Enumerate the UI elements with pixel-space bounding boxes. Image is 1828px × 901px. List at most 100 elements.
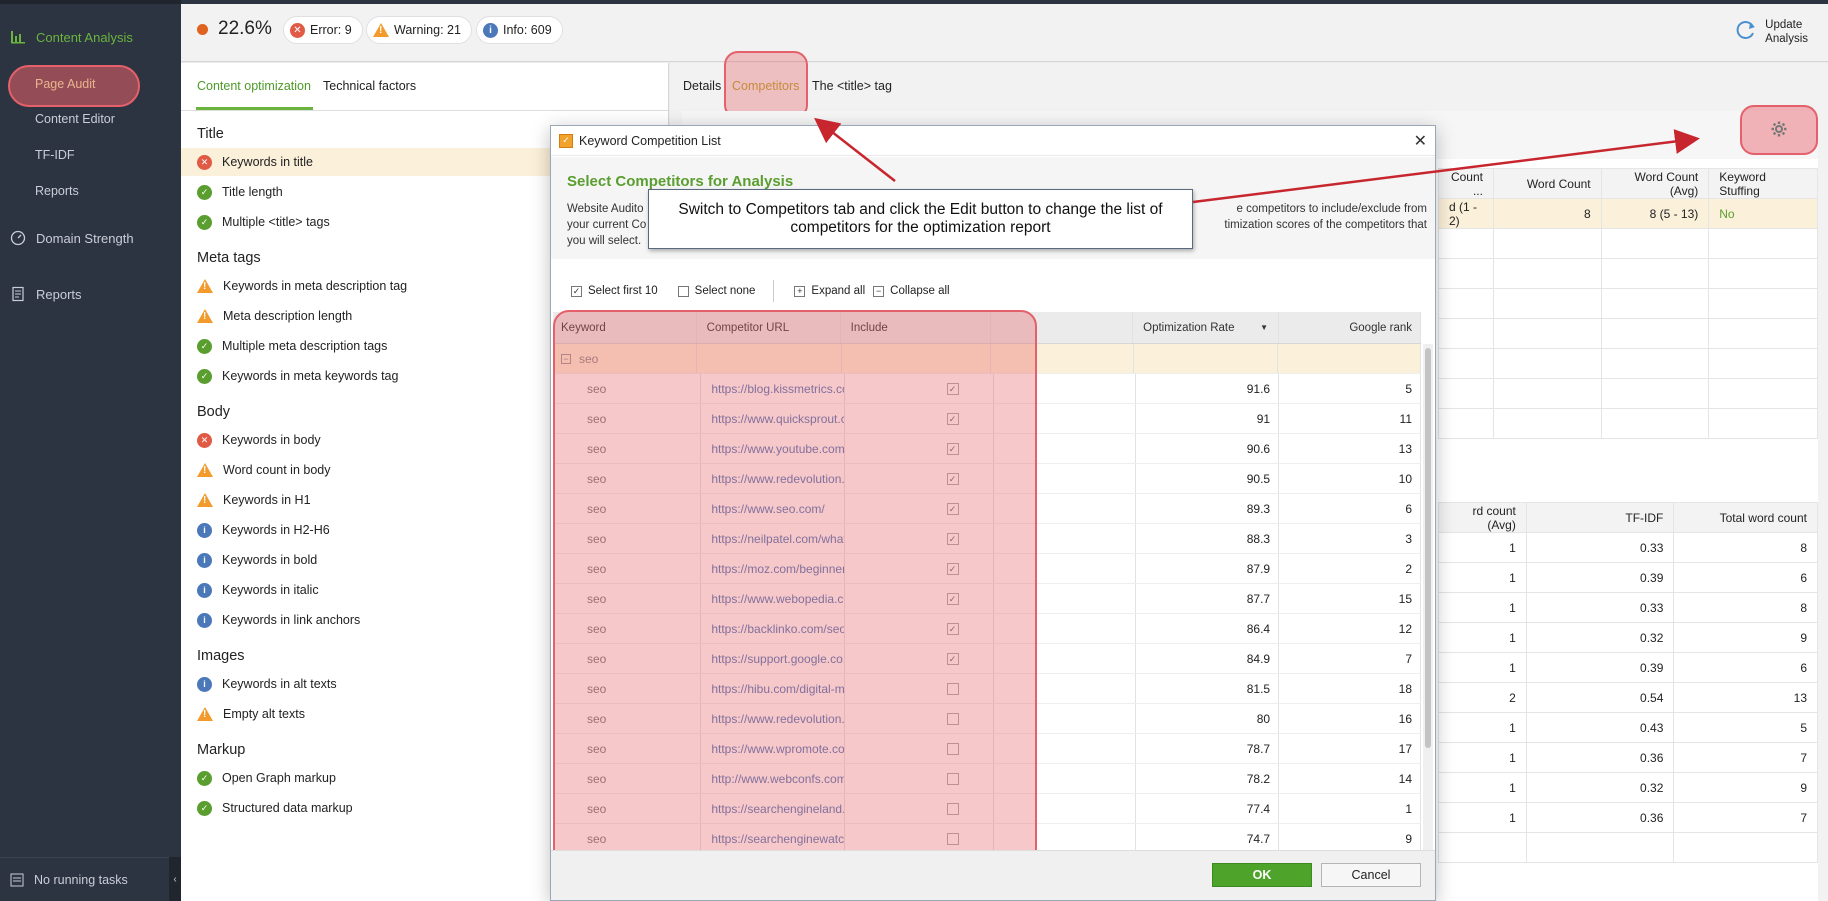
error-count: Error: 9 [310, 23, 352, 37]
tab-competitors[interactable]: Competitors [732, 79, 799, 93]
dialog-toolbar: ✓ Select first 10 Select none + Expand all… [551, 274, 1435, 308]
warning-badge[interactable]: Warning: 21 [366, 16, 472, 44]
table-cell: 8 [1492, 198, 1602, 229]
table-cell: 6 [1673, 562, 1818, 593]
google-rank-cell: 1 [1279, 794, 1421, 823]
refresh-icon [1735, 19, 1757, 45]
cancel-button[interactable]: Cancel [1321, 863, 1421, 887]
select-first-10-button[interactable]: ✓ Select first 10 [571, 285, 658, 297]
task-status[interactable]: No running tasks [0, 857, 181, 901]
dialog-heading: Select Competitors for Analysis [567, 173, 794, 190]
table-row: 1 0.36 7 [1438, 742, 1818, 773]
table-cell: 9 [1673, 622, 1818, 653]
column-header: Total word count [1673, 502, 1818, 533]
collapse-all-label: Collapse all [890, 285, 950, 297]
gear-icon[interactable] [1770, 120, 1788, 141]
sidebar-item-content-editor[interactable]: Content Editor [35, 112, 115, 126]
sidebar-item-content-analysis[interactable]: Content Analysis [0, 22, 181, 52]
table-cell: 7 [1673, 802, 1818, 833]
google-rank-cell: 13 [1279, 434, 1421, 463]
table-cell: d (1 - 2) [1438, 198, 1494, 229]
grid-scrollbar[interactable] [1423, 344, 1433, 854]
google-rank-cell: 10 [1279, 464, 1421, 493]
score-value: 22.6% [218, 18, 272, 39]
toolbar-divider [773, 280, 775, 302]
collapse-all-button[interactable]: − Collapse all [873, 285, 950, 297]
google-rank-cell: 15 [1279, 584, 1421, 613]
app-logo-icon: ✓ [559, 133, 573, 148]
tasks-icon [10, 873, 24, 887]
update-analysis-button[interactable]: Update Analysis [1735, 18, 1808, 46]
sidebar-item-reports-sub[interactable]: Reports [35, 184, 79, 198]
expand-icon: + [794, 285, 806, 297]
column-header-google-rank[interactable]: Google rank [1279, 312, 1421, 343]
table-cell: 7 [1673, 742, 1818, 773]
tf-idf-table: rd count (Avg) TF-IDF Total word count 1… [1438, 502, 1818, 863]
table-row: 1 0.32 9 [1438, 772, 1818, 803]
table-cell: 0.36 [1525, 742, 1675, 773]
warning-icon [373, 22, 389, 38]
info-icon: i [197, 612, 212, 628]
table-cell: 0.39 [1525, 562, 1675, 593]
optimization-rate-cell: 87.9 [1136, 554, 1280, 583]
update-line2: Analysis [1765, 33, 1808, 45]
sidebar: Content Analysis Page Audit Content Edit… [0, 0, 181, 901]
factor-label: Keywords in meta description tag [223, 279, 408, 293]
gauge-icon [10, 230, 26, 246]
expand-all-button[interactable]: + Expand all [794, 285, 865, 297]
warning-icon [197, 462, 213, 478]
edit-button-highlight [1740, 105, 1818, 155]
optimization-rate-cell: 78.2 [1136, 764, 1280, 793]
factor-label: Keywords in alt texts [222, 677, 337, 691]
google-rank-cell: 5 [1279, 374, 1421, 403]
warning-icon [197, 706, 213, 722]
optimization-rate-cell: 86.4 [1136, 614, 1280, 643]
factor-label: Keywords in bold [222, 553, 318, 567]
factor-label: Word count in body [223, 463, 331, 477]
optimization-rate-cell: 80 [1136, 704, 1280, 733]
collapse-sidebar-button[interactable]: ‹ [169, 857, 181, 901]
table-cell: 1 [1438, 592, 1527, 623]
ok-button[interactable]: OK [1212, 863, 1312, 887]
error-badge[interactable]: ✕ Error: 9 [283, 16, 363, 44]
table-row: 1 0.43 5 [1438, 712, 1818, 743]
table-cell: 0.36 [1525, 802, 1675, 833]
close-icon[interactable]: ✕ [1414, 131, 1427, 151]
optimization-rate-cell: 77.4 [1136, 794, 1280, 823]
table-cell: 9 [1673, 772, 1818, 803]
sidebar-item-tf-idf[interactable]: TF-IDF [35, 148, 75, 162]
check-icon: ✓ [197, 800, 212, 816]
tab-title-tag[interactable]: The <title> tag [812, 79, 892, 93]
check-icon: ✓ [197, 338, 212, 354]
error-icon: ✕ [197, 432, 212, 448]
tab-technical-factors[interactable]: Technical factors [323, 79, 416, 93]
warning-icon [197, 492, 213, 508]
expand-all-label: Expand all [811, 285, 866, 297]
sidebar-item-page-audit[interactable]: Page Audit [35, 77, 95, 91]
info-icon: i [197, 676, 212, 692]
column-header-optimization-rate[interactable]: Optimization Rate ▼ [1133, 312, 1279, 343]
report-icon [10, 286, 26, 302]
table-cell: 0.33 [1525, 592, 1675, 623]
optimization-rate-cell: 81.5 [1136, 674, 1280, 703]
checkbox-checked-icon: ✓ [571, 285, 582, 297]
section-title: Images [197, 648, 245, 664]
google-rank-cell: 3 [1279, 524, 1421, 553]
table-cell: 1 [1438, 802, 1527, 833]
info-badge[interactable]: i Info: 609 [476, 16, 563, 44]
check-icon: ✓ [197, 770, 212, 786]
scrollbar-thumb[interactable] [1425, 348, 1431, 748]
info-icon: i [483, 22, 498, 38]
factor-label: Structured data markup [222, 801, 353, 815]
select-none-button[interactable]: Select none [677, 285, 755, 297]
google-rank-cell: 2 [1279, 554, 1421, 583]
info-icon: i [197, 552, 212, 568]
sidebar-item-domain-strength[interactable]: Domain Strength [0, 223, 181, 253]
factor-tabs: Content optimization Technical factors [181, 63, 668, 111]
sidebar-item-reports[interactable]: Reports [0, 279, 181, 309]
tab-content-optimization[interactable]: Content optimization [197, 79, 311, 93]
factor-label: Open Graph markup [222, 771, 336, 785]
warning-icon [197, 278, 213, 294]
factor-label: Multiple meta description tags [222, 339, 388, 353]
tab-details[interactable]: Details [683, 79, 721, 93]
